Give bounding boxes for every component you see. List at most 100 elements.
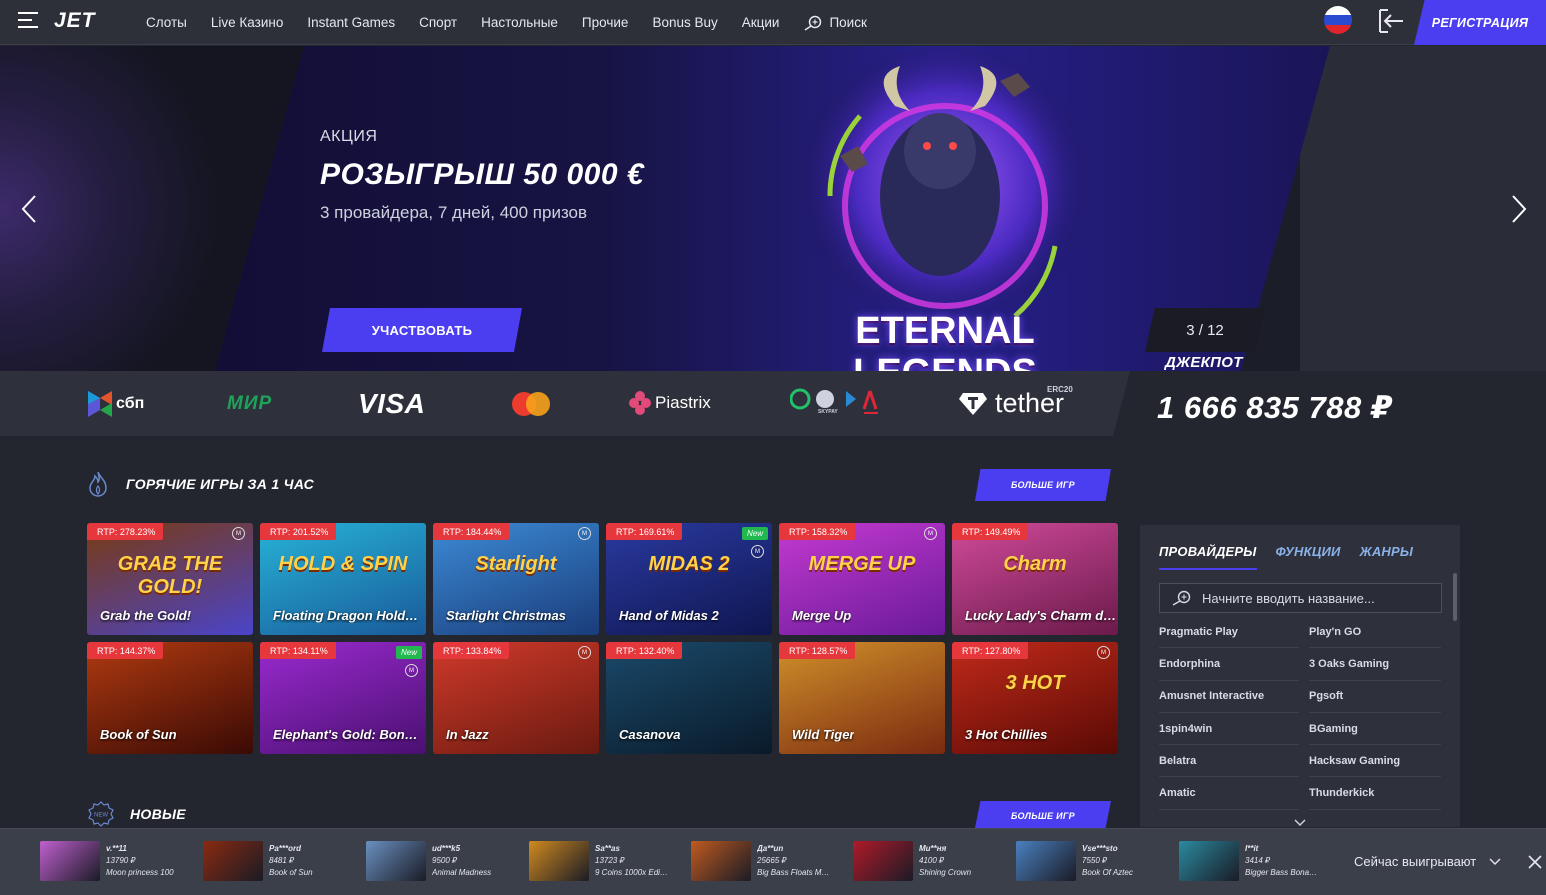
tab-genres[interactable]: ЖАНРЫ xyxy=(1360,544,1414,570)
winner-amount: 3414 ₽ xyxy=(1245,856,1271,865)
provider-item[interactable]: Amusnet Interactive xyxy=(1159,681,1299,713)
winner-game: Book Of Aztec xyxy=(1082,868,1133,877)
game-card[interactable]: Starlight RTP: 184.44% M Starlight Christma… xyxy=(433,523,599,635)
rtp-badge: RTP: 201.52% xyxy=(260,523,337,540)
game-art-text: HOLD & SPIN xyxy=(278,553,408,575)
game-card[interactable]: RTP: 134.11% New M Elephant's Gold: Bon… xyxy=(260,642,426,754)
winner-user: Vse***sto xyxy=(1082,844,1118,853)
winner-item[interactable]: Да**un 25665 ₽ Big Bass Floats M… xyxy=(691,841,845,881)
promo-title: РОЗЫГРЫШ 50 000 € xyxy=(320,158,645,191)
provider-mark-icon: M xyxy=(1097,646,1110,659)
new-games-header: NEW НОВЫЕ xyxy=(88,801,186,827)
winner-item[interactable]: Sa**as 13723 ₽ 9 Coins 1000x Edi… xyxy=(529,841,683,881)
winner-item[interactable]: v.**11 13790 ₽ Moon princess 100 xyxy=(40,841,194,881)
game-title: Grab the Gold! xyxy=(100,608,191,623)
winner-game-thumb xyxy=(40,841,100,881)
nav-search[interactable]: Поиск xyxy=(803,15,867,31)
winner-info: Sa**as 13723 ₽ 9 Coins 1000x Edi… xyxy=(595,843,683,879)
winner-item[interactable]: Pa***ord 8481 ₽ Book of Sun xyxy=(203,841,357,881)
provider-item[interactable]: Play'n GO xyxy=(1309,616,1441,649)
filter-panel: ПРОВАЙДЕРЫ ФУНКЦИИ ЖАНРЫ Pragmatic Play P… xyxy=(1140,525,1460,827)
nav-slots[interactable]: Слоты xyxy=(146,15,187,30)
logo[interactable]: JET xyxy=(54,9,96,33)
visa-logo: VISA xyxy=(358,388,426,419)
provider-item[interactable]: Endorphina xyxy=(1159,648,1299,681)
game-art-text: MERGE UP xyxy=(808,553,916,575)
game-card[interactable]: HOLD & SPIN RTP: 201.52% Floating Dragon H… xyxy=(260,523,426,635)
winner-game-thumb xyxy=(1016,841,1076,881)
winner-item[interactable]: Vse***sto 7550 ₽ Book Of Aztec xyxy=(1016,841,1170,881)
chevron-down-icon[interactable] xyxy=(1293,818,1307,828)
provider-item[interactable]: Amatic xyxy=(1159,777,1299,810)
tab-providers[interactable]: ПРОВАЙДЕРЫ xyxy=(1159,544,1257,570)
nav-other[interactable]: Прочие xyxy=(582,15,629,30)
provider-mark-icon: M xyxy=(405,664,418,677)
rtp-badge: RTP: 127.80% xyxy=(952,642,1029,659)
nav-table-games[interactable]: Настольные xyxy=(481,15,558,30)
register-button[interactable]: РЕГИСТРАЦИЯ xyxy=(1414,0,1546,45)
winners-label[interactable]: Сейчас выигрывают xyxy=(1354,854,1476,869)
game-card[interactable]: MERGE UP RTP: 158.32% M Merge Up xyxy=(779,523,945,635)
game-title: Merge Up xyxy=(792,608,852,623)
game-card[interactable]: RTP: 144.37% Book of Sun xyxy=(87,642,253,754)
winner-game-thumb xyxy=(691,841,751,881)
new-games-more-button[interactable]: БОЛЬШЕ ИГР xyxy=(975,801,1111,828)
provider-mark-icon: M xyxy=(578,646,591,659)
game-card[interactable]: RTP: 132.40% Casanova xyxy=(606,642,772,754)
nav-bonus-buy[interactable]: Bonus Buy xyxy=(652,15,717,30)
chevron-down-icon[interactable] xyxy=(1489,857,1501,867)
hot-games-more-button[interactable]: БОЛЬШЕ ИГР xyxy=(975,469,1111,501)
game-card[interactable]: GRAB THE GOLD! RTP: 278.23% M Grab the Gold… xyxy=(87,523,253,635)
winner-game-thumb xyxy=(366,841,426,881)
tab-features[interactable]: ФУНКЦИИ xyxy=(1276,544,1341,570)
game-art-text: GRAB THE GOLD! xyxy=(117,553,223,598)
winner-user: Mu**ня xyxy=(919,844,947,853)
winner-user: Pa***ord xyxy=(269,844,302,853)
game-card[interactable]: RTP: 133.84% M In Jazz xyxy=(433,642,599,754)
provider-item[interactable]: Hacksaw Gaming xyxy=(1309,745,1441,778)
provider-item[interactable]: Pgsoft xyxy=(1309,681,1441,713)
winner-game-thumb xyxy=(853,841,913,881)
rtp-badge: RTP: 149.49% xyxy=(952,523,1029,540)
provider-list-scrollbar[interactable] xyxy=(1453,573,1457,621)
login-icon[interactable] xyxy=(1376,7,1406,35)
provider-item[interactable]: BGaming xyxy=(1309,713,1441,746)
menu-icon[interactable] xyxy=(18,12,40,30)
nav-live-casino[interactable]: Live Казино xyxy=(211,15,283,30)
game-card[interactable]: 3 HOT RTP: 127.80% M 3 Hot Chillies xyxy=(952,642,1118,754)
piastrix-icon xyxy=(629,391,651,415)
provider-item[interactable]: Belatra xyxy=(1159,745,1299,778)
provider-item[interactable]: Thunderkick xyxy=(1309,777,1441,810)
game-card[interactable]: Charm RTP: 149.49% Lucky Lady's Charm d… xyxy=(952,523,1118,635)
nav-instant-games[interactable]: Instant Games xyxy=(307,15,395,30)
promo-tag: АКЦИЯ xyxy=(320,128,378,145)
participate-button[interactable]: УЧАСТВОВАТЬ xyxy=(322,308,522,352)
jackpot-label: ДЖЕКПОТ xyxy=(1165,354,1243,371)
nav-sport[interactable]: Спорт xyxy=(419,15,457,30)
winner-item[interactable]: Mu**ня 4100 ₽ Shining Crown xyxy=(853,841,1007,881)
provider-mark-icon: M xyxy=(578,527,591,540)
rtp-badge: RTP: 169.61% xyxy=(606,523,683,540)
game-card[interactable]: RTP: 128.57% Wild Tiger xyxy=(779,642,945,754)
winner-item[interactable]: ud***k5 9500 ₽ Animal Madness xyxy=(366,841,520,881)
carousel-prev-icon[interactable] xyxy=(20,194,40,224)
provider-search-input[interactable] xyxy=(1202,590,1432,606)
piastrix-logo: Piastrix xyxy=(629,390,711,416)
rtp-badge: RTP: 158.32% xyxy=(779,523,856,540)
provider-item[interactable]: 1spin4win xyxy=(1159,713,1299,746)
provider-item[interactable]: Pragmatic Play xyxy=(1159,616,1299,649)
game-art-text: MIDAS 2 xyxy=(648,553,730,575)
game-card[interactable]: MIDAS 2 RTP: 169.61% New M Hand of Midas 2 xyxy=(606,523,772,635)
winner-amount: 25665 ₽ xyxy=(757,856,787,865)
provider-mark-icon: M xyxy=(751,545,764,558)
winner-game: Shining Crown xyxy=(919,868,972,877)
close-icon[interactable] xyxy=(1528,855,1542,869)
language-flag-icon[interactable] xyxy=(1324,6,1352,34)
game-art-text: 3 HOT xyxy=(1005,672,1065,694)
promo-art-title: ETERNAL LEGENDS xyxy=(853,310,1037,371)
nav-promotions[interactable]: Акции xyxy=(742,15,780,30)
winner-item[interactable]: I**it 3414 ₽ Bigger Bass Bona… xyxy=(1179,841,1333,881)
winner-game-thumb xyxy=(203,841,263,881)
provider-item[interactable]: 3 Oaks Gaming xyxy=(1309,648,1441,681)
carousel-next-icon[interactable] xyxy=(1508,194,1528,224)
